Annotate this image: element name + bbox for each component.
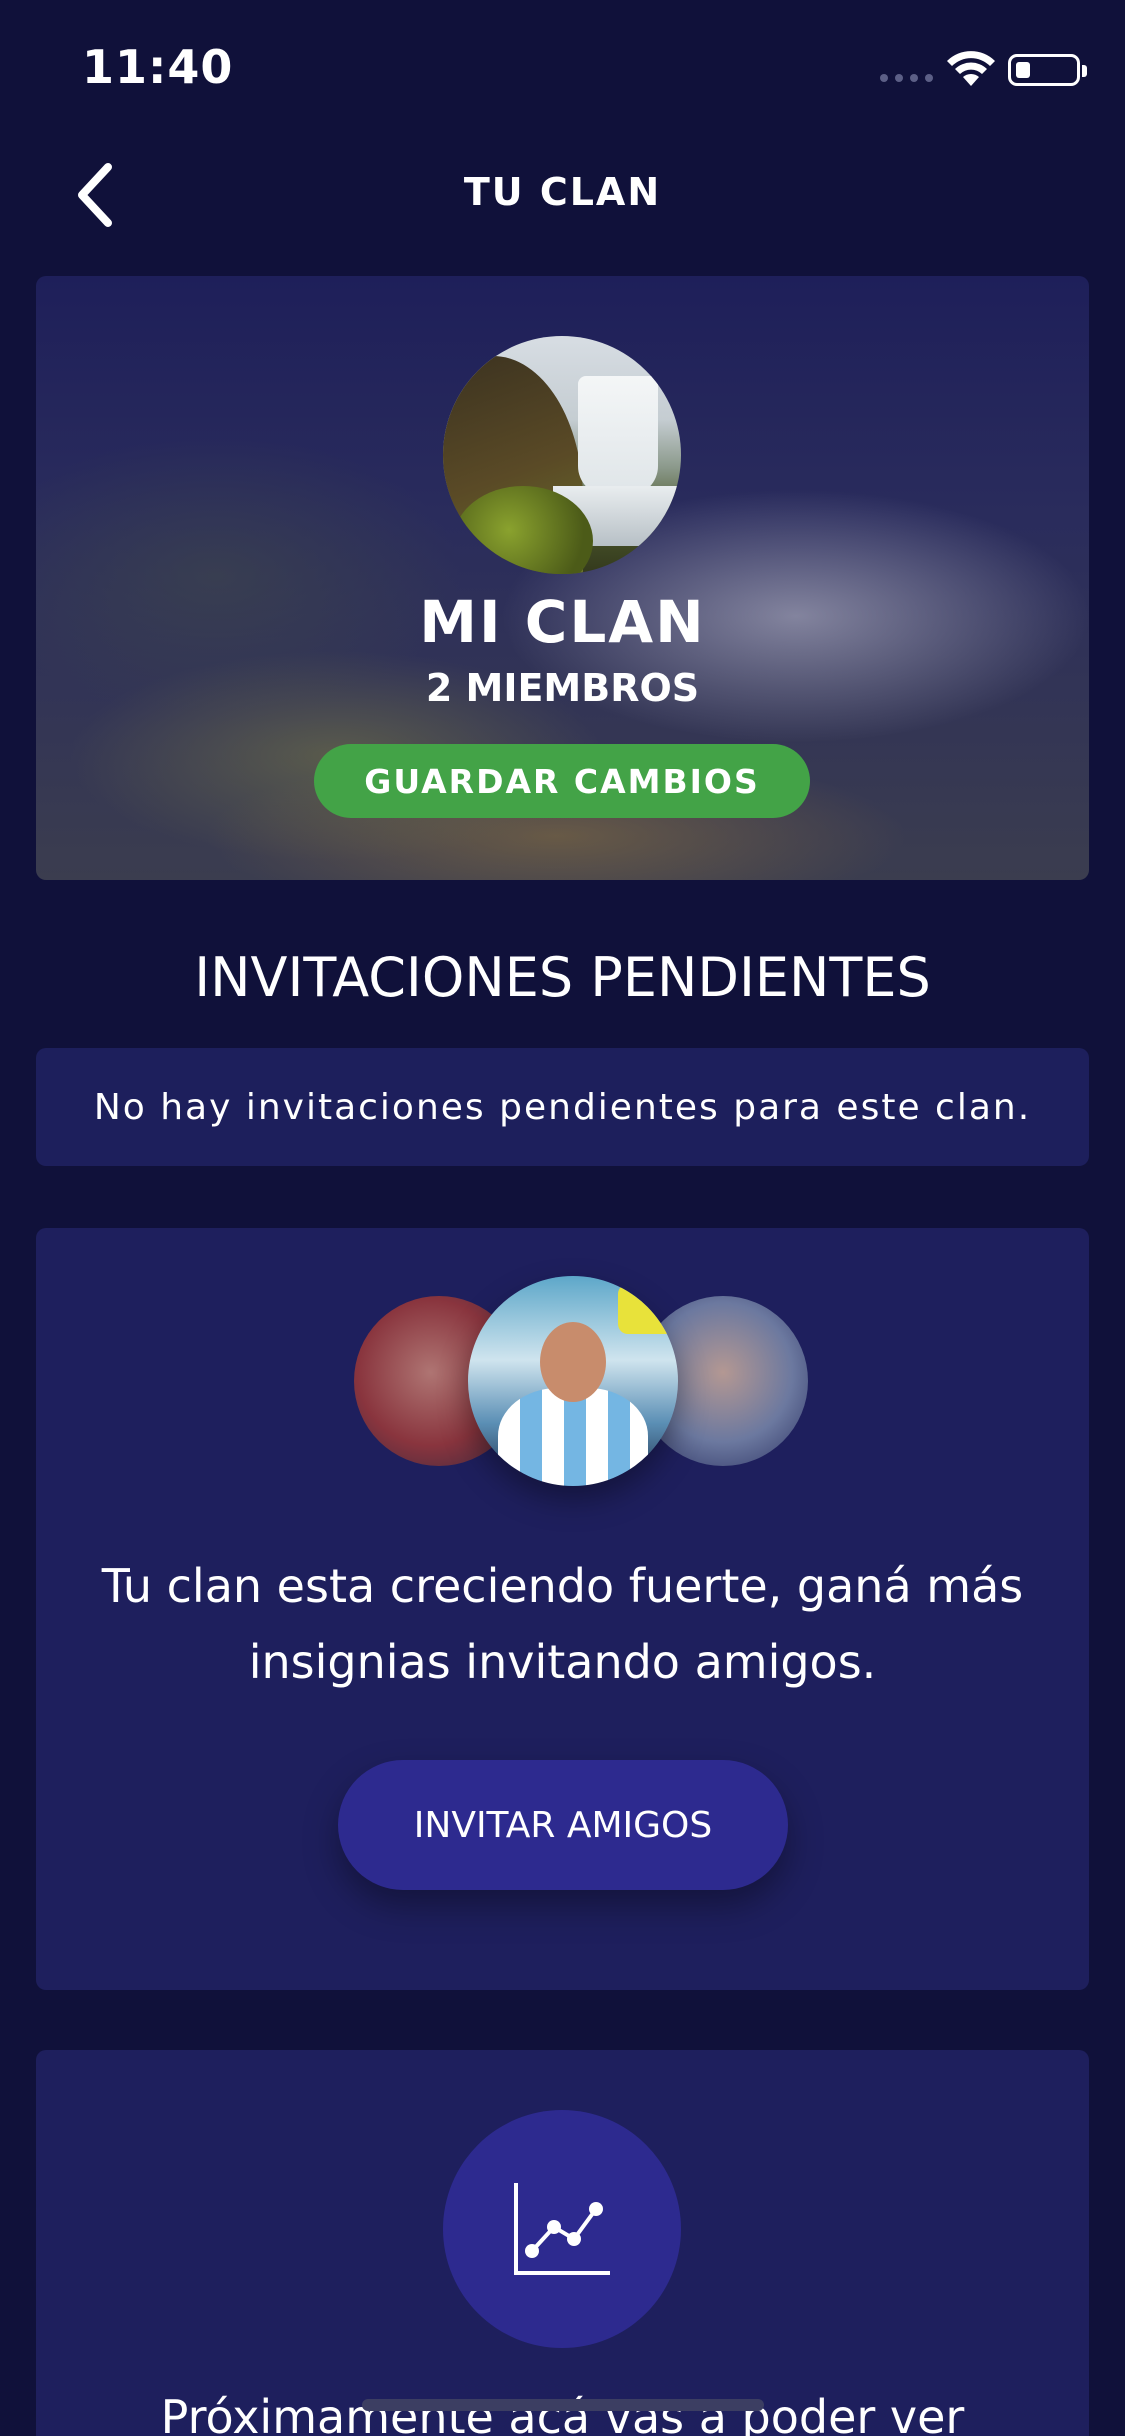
invite-friends-button[interactable]: INVITAR AMIGOS — [338, 1760, 788, 1890]
stats-message: Próximamente acá vas a poder ver — [160, 2390, 965, 2436]
signal-icon — [880, 74, 933, 82]
stats-card: Próximamente acá vas a poder ver — [36, 2050, 1089, 2436]
battery-icon — [1008, 54, 1087, 86]
save-changes-button[interactable]: GUARDAR CAMBIOS — [314, 744, 810, 818]
invite-message: Tu clan esta creciendo fuerte, ganá más … — [101, 1559, 1024, 1689]
clan-avatar[interactable] — [443, 336, 681, 574]
home-indicator[interactable] — [362, 2399, 764, 2411]
friend-photo — [468, 1276, 678, 1486]
pending-invitations-empty: No hay invitaciones pendientes para este… — [36, 1048, 1089, 1166]
pending-invitations-title: INVITACIONES PENDIENTES — [194, 946, 931, 1009]
status-bar: 11:40 — [0, 0, 1125, 140]
line-chart-icon — [514, 2183, 610, 2275]
clan-name: MI CLAN — [419, 588, 706, 656]
page-title: TU CLAN — [463, 170, 662, 214]
invite-card: Tu clan esta creciendo fuerte, ganá más … — [36, 1228, 1089, 1990]
stats-circle — [443, 2110, 681, 2348]
clan-card: MI CLAN 2 MIEMBROS GUARDAR CAMBIOS — [36, 276, 1089, 880]
status-time: 11:40 — [82, 40, 234, 94]
clan-member-count: 2 MIEMBROS — [425, 666, 700, 710]
wifi-icon — [947, 51, 995, 86]
clan-screen: 11:40 TU CLAN MI CLAN 2 MIEMBROS GUARDAR… — [0, 0, 1125, 2436]
